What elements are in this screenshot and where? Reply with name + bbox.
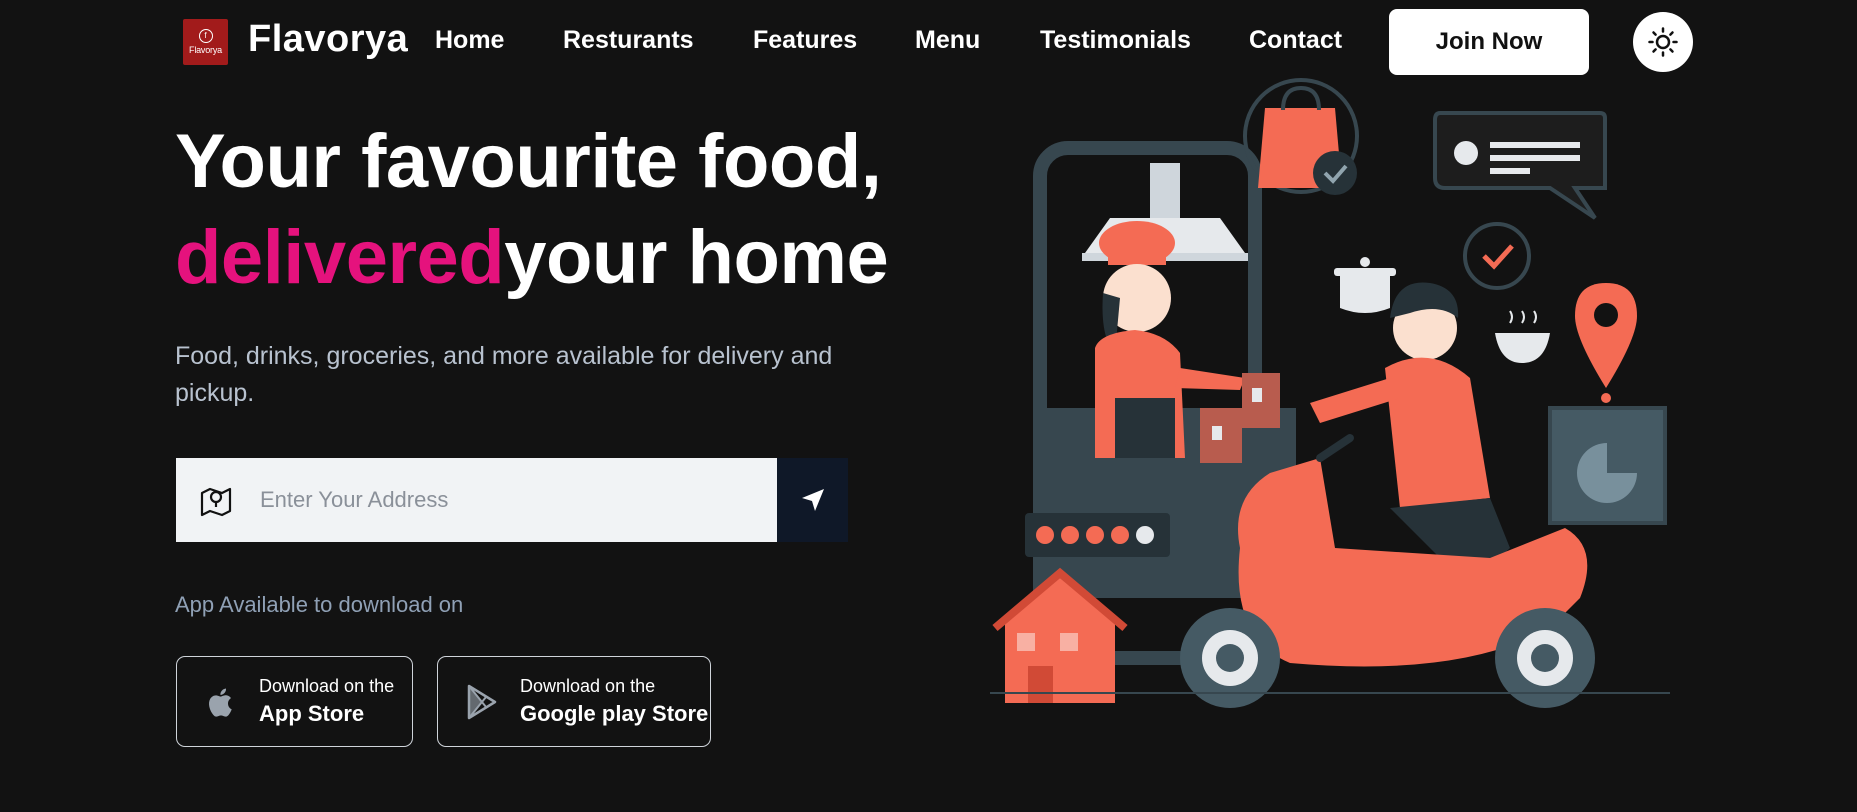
google-play-icon xyxy=(467,684,497,719)
address-search-bar xyxy=(176,458,848,542)
google-play-text: Download on the Google play Store xyxy=(520,676,708,727)
logo-text: Flavorya xyxy=(189,45,222,55)
sun-icon xyxy=(1648,27,1678,57)
address-submit-button[interactable] xyxy=(777,458,848,542)
hero-subtitle: Food, drinks, groceries, and more availa… xyxy=(175,342,833,407)
nav-link-menu[interactable]: Menu xyxy=(915,26,980,55)
google-play-small-label: Download on the xyxy=(520,676,656,696)
app-store-button[interactable]: Download on the App Store xyxy=(176,656,413,747)
top-navbar: f Flavorya Flavorya Home Resturants Feat… xyxy=(0,0,1857,84)
address-input[interactable] xyxy=(258,486,732,514)
map-pin-icon xyxy=(200,487,232,517)
hero-heading-line1: Your favourite food, xyxy=(175,119,882,204)
hero-accent-word: delivered xyxy=(175,215,505,300)
address-field-wrapper xyxy=(176,458,777,542)
google-play-big-label: Google play Store xyxy=(520,701,709,726)
join-now-button[interactable]: Join Now xyxy=(1389,9,1589,75)
delivery-illustration xyxy=(990,78,1670,708)
theme-toggle-button[interactable] xyxy=(1633,12,1693,72)
brand-name[interactable]: Flavorya xyxy=(248,18,408,61)
nav-link-testimonials[interactable]: Testimonials xyxy=(1040,26,1191,55)
navigation-arrow-icon xyxy=(801,489,824,511)
nav-link-contact[interactable]: Contact xyxy=(1249,26,1342,55)
nav-link-features[interactable]: Features xyxy=(753,26,857,55)
hero-heading-rest: your home xyxy=(504,215,889,300)
app-download-label: App Available to download on xyxy=(175,592,464,617)
app-store-small-label: Download on the xyxy=(259,676,395,696)
apple-icon xyxy=(209,688,232,717)
brand-logo[interactable]: f Flavorya xyxy=(183,19,228,65)
app-store-big-label: App Store xyxy=(259,701,365,726)
hero-heading-line2: deliveredyour home xyxy=(175,214,889,301)
nav-link-restaurants[interactable]: Resturants xyxy=(563,26,694,55)
google-play-button[interactable]: Download on the Google play Store xyxy=(437,656,711,747)
nav-link-home[interactable]: Home xyxy=(435,26,504,55)
app-store-text: Download on the App Store xyxy=(259,676,394,727)
logo-emblem-icon: f xyxy=(198,29,213,43)
